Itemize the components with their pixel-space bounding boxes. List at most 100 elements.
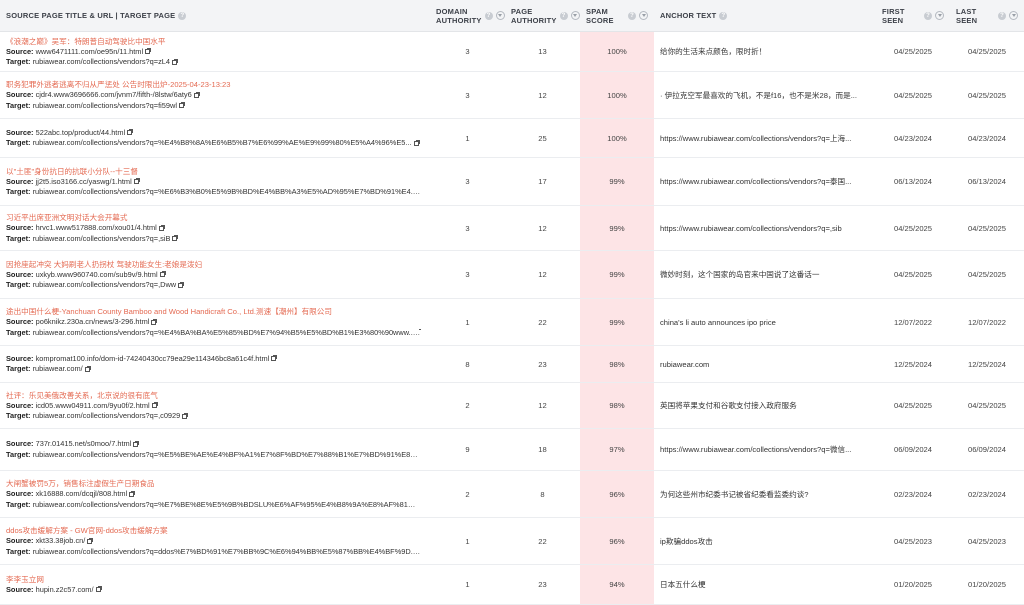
target-url-link[interactable]: rubiawear.com/collections/vendors?q=%E6%… <box>33 187 421 196</box>
help-icon[interactable]: ? <box>559 11 568 20</box>
external-link-icon[interactable] <box>84 365 91 372</box>
target-url-link[interactable]: rubiawear.com/collections/vendors?q=,Dww <box>33 280 177 289</box>
help-icon[interactable]: ? <box>719 11 728 20</box>
source-page-title-link[interactable]: 大闸蟹被罚5万，销售标注虚假生产日期食品 <box>6 478 416 489</box>
sort-icon[interactable] <box>570 11 580 20</box>
source-url-link[interactable]: 522abc.top/product/44.html <box>36 128 126 137</box>
target-url-link[interactable]: rubiawear.com/collections/vendors?q=,c09… <box>33 411 181 420</box>
domain-authority-cell: 3 <box>430 31 505 72</box>
external-link-icon[interactable] <box>129 490 136 497</box>
table-row: 因抢座起冲突 大妈刷老人扔拐杖 驾驶功能女生:老娘是泼妇 Source: uxk… <box>0 250 1024 299</box>
sort-icon[interactable] <box>639 11 648 20</box>
external-link-icon[interactable] <box>271 355 278 362</box>
target-url-line: Target: rubiawear.com/collections/vendor… <box>6 187 421 198</box>
sort-icon[interactable] <box>1009 11 1018 20</box>
help-icon[interactable]: ? <box>924 11 932 20</box>
external-link-icon[interactable] <box>159 271 166 278</box>
external-link-icon[interactable] <box>178 102 185 109</box>
source-page-title-link[interactable]: 习近平出席亚洲文明对话大会开幕式 <box>6 212 416 223</box>
source-page-title-link[interactable]: ddos攻击缓解方案 - GW官网-ddos攻击缓解方案 <box>6 525 416 536</box>
last-seen-cell: 04/25/2025 <box>950 205 1024 251</box>
help-icon[interactable]: ? <box>998 11 1006 20</box>
source-url-link[interactable]: jj2t5.iso3166.cc/yaswg/1.html <box>36 177 132 186</box>
external-link-icon[interactable] <box>413 139 420 146</box>
external-link-icon[interactable] <box>178 281 185 288</box>
first-seen-cell: 06/13/2024 <box>876 157 950 206</box>
target-url-link[interactable]: rubiawear.com/collections/vendors?q=ddos… <box>33 547 421 556</box>
help-icon[interactable]: ? <box>178 12 187 20</box>
source-url-link[interactable]: xkt33.38job.cn/ <box>36 536 86 545</box>
first-seen-cell: 04/25/2025 <box>876 71 950 119</box>
spam-score-cell: 99% <box>580 250 654 299</box>
external-link-icon[interactable] <box>171 58 178 65</box>
source-page-title-link[interactable]: 因抢座起冲突 大妈刷老人扔拐杖 驾驶功能女生:老娘是泼妇 <box>6 259 416 270</box>
backlinks-table: SOURCE PAGE TITLE & URL | TARGET PAGE? D… <box>0 0 1024 605</box>
target-url-line: Target: rubiawear.com/ <box>6 364 421 375</box>
source-url-link[interactable]: hupin.z2c57.com/ <box>36 585 94 594</box>
sort-icon[interactable] <box>935 11 944 20</box>
domain-authority-cell: 2 <box>430 470 505 518</box>
source-url-link[interactable]: xk16888.com/dcqjl/808.html <box>36 489 128 498</box>
external-link-icon[interactable] <box>133 440 140 447</box>
external-link-icon[interactable] <box>127 129 134 136</box>
column-header-anchor-text[interactable]: ANCHOR TEXT? <box>654 0 876 32</box>
column-header-source[interactable]: SOURCE PAGE TITLE & URL | TARGET PAGE? <box>0 0 430 32</box>
source-page-title-link[interactable]: 以"土匪"身份抗日的抗联小分队--十三督 <box>6 166 416 177</box>
anchor-text-cell: 给你的生活来点颜色，限时折！ <box>654 31 876 72</box>
external-link-icon[interactable] <box>145 48 152 55</box>
source-label: Source: <box>6 439 34 448</box>
source-url-link[interactable]: 737r.01415.net/s0moo/7.html <box>36 439 132 448</box>
spam-score-cell: 99% <box>580 157 654 206</box>
target-url-link[interactable]: rubiawear.com/collections/vendors?q=%E5%… <box>33 450 421 459</box>
target-url-line: Target: rubiawear.com/collections/vendor… <box>6 234 421 245</box>
column-header-first-seen[interactable]: FIRST SEEN? <box>876 0 950 32</box>
target-label: Target: <box>6 449 31 459</box>
source-page-title-link[interactable]: 职务犯罪外逃者逃离不归从严惩处 公告时限出炉-2025-04-23-13:23 <box>6 79 416 90</box>
external-link-icon[interactable] <box>172 235 179 242</box>
source-page-title-link[interactable]: 途出中国什么梗-Yanchuan County Bamboo and Wood … <box>6 306 416 317</box>
external-link-icon[interactable] <box>95 586 102 593</box>
source-url-link[interactable]: hrvc1.www517888.com/xou01/4.html <box>36 223 157 232</box>
source-page-title-link[interactable]: 《浪潮之巅》吴军：特朗普自动驾驶比中国水平 <box>6 36 416 47</box>
target-url-link[interactable]: rubiawear.com/collections/vendors?q=%E4%… <box>33 328 421 337</box>
external-link-icon[interactable] <box>158 224 165 231</box>
external-link-icon[interactable] <box>182 412 189 419</box>
target-url-link[interactable]: rubiawear.com/collections/vendors?q=,siB <box>33 234 171 243</box>
page-authority-cell: 12 <box>505 250 580 299</box>
page-authority-cell: 23 <box>505 345 580 383</box>
first-seen-cell: 04/25/2025 <box>876 31 950 72</box>
first-seen-cell: 04/23/2024 <box>876 118 950 158</box>
source-url-link[interactable]: kompromat100.info/dom-id-74240430cc79ea2… <box>36 354 270 363</box>
column-header-last-seen[interactable]: LAST SEEN? <box>950 0 1024 32</box>
source-page-title-link[interactable]: 社评：乐见美俄改善关系，北京说的很有底气 <box>6 390 416 401</box>
help-icon[interactable]: ? <box>484 11 493 20</box>
target-url-link[interactable]: rubiawear.com/collections/vendors?q=zL4 <box>33 57 170 66</box>
external-link-icon[interactable] <box>87 537 94 544</box>
anchor-text-cell: ip欺骗ddos攻击 <box>654 517 876 565</box>
target-url-link[interactable]: rubiawear.com/collections/vendors?q=%E4%… <box>33 138 412 147</box>
source-url-link[interactable]: uxkyb.www960740.com/sub9v/9.html <box>36 270 158 279</box>
sort-icon[interactable] <box>495 11 505 20</box>
source-label: Source: <box>6 400 34 410</box>
source-page-title-link[interactable]: 李李玉立网 <box>6 574 416 585</box>
external-link-icon[interactable] <box>151 402 158 409</box>
last-seen-cell: 12/25/2024 <box>950 345 1024 383</box>
source-url-link[interactable]: icd05.www04911.com/9yu0f/2.html <box>36 401 150 410</box>
source-url-line: Source: icd05.www04911.com/9yu0f/2.html <box>6 401 421 412</box>
anchor-text-cell: https://www.rubiawear.com/collections/ve… <box>654 205 876 251</box>
external-link-icon[interactable] <box>133 178 140 185</box>
source-url-link[interactable]: cjdr4.www3696666.com/jvnm7/fifth-/8lstw/… <box>36 90 192 99</box>
source-url-link[interactable]: po6knikz.230a.cn/news/3-296.html <box>36 317 150 326</box>
target-url-link[interactable]: rubiawear.com/ <box>33 364 83 373</box>
help-icon[interactable]: ? <box>628 11 636 20</box>
target-url-link[interactable]: rubiawear.com/collections/vendors?q=%E7%… <box>33 500 421 509</box>
spam-score-cell: 99% <box>580 298 654 346</box>
anchor-text-cell: https://www.rubiawear.com/collections/ve… <box>654 157 876 206</box>
column-header-domain-authority[interactable]: DOMAIN AUTHORITY? <box>430 0 505 32</box>
external-link-icon[interactable] <box>193 91 200 98</box>
external-link-icon[interactable] <box>151 318 158 325</box>
column-header-spam-score[interactable]: SPAM SCORE? <box>580 0 654 32</box>
source-url-link[interactable]: www6471111.com/oe95n/11.html <box>36 47 144 56</box>
column-header-page-authority[interactable]: PAGE AUTHORITY? <box>505 0 580 32</box>
target-url-link[interactable]: rubiawear.com/collections/vendors?q=fi59… <box>33 101 177 110</box>
